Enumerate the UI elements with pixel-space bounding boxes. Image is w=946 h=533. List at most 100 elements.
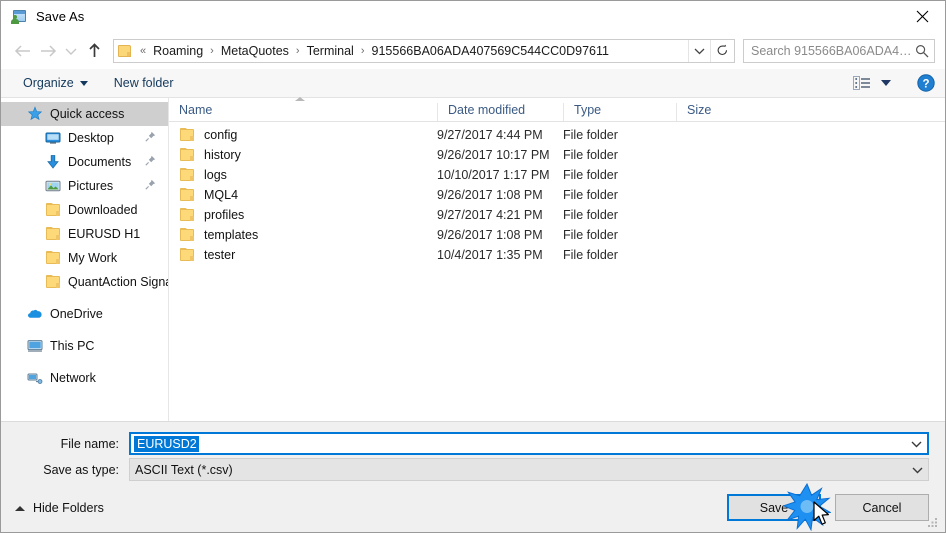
navigation-pane: Quick access Desktop Documents Pictures …	[1, 98, 169, 421]
save-as-app-icon	[11, 9, 27, 25]
table-row[interactable]: history 9/26/2017 10:17 PM File folder	[169, 145, 945, 165]
sidebar-item-documents[interactable]: Documents	[1, 150, 168, 174]
column-header-size[interactable]: Size	[676, 103, 758, 121]
sidebar-item-downloaded[interactable]: Downloaded	[1, 198, 168, 222]
forward-button[interactable]	[35, 38, 61, 64]
file-type: File folder	[563, 228, 618, 242]
search-box[interactable]: Search 915566BA06ADA40756...	[743, 38, 935, 63]
file-date: 9/27/2017 4:21 PM	[437, 208, 543, 222]
breadcrumb-overflow[interactable]: «	[137, 45, 149, 57]
folder-icon	[45, 250, 61, 266]
folder-icon	[179, 127, 195, 143]
sidebar-item-desktop[interactable]: Desktop	[1, 126, 168, 150]
address-dropdown-button[interactable]	[688, 39, 710, 62]
sidebar-item-this-pc[interactable]: This PC	[1, 334, 168, 358]
sidebar-item-pictures[interactable]: Pictures	[1, 174, 168, 198]
sidebar-item-label: EURUSD H1	[68, 227, 141, 241]
table-row[interactable]: templates 9/26/2017 1:08 PM File folder	[169, 225, 945, 245]
file-type: File folder	[563, 148, 618, 162]
sidebar-item-quantaction-signal[interactable]: QuantAction Signal	[1, 270, 168, 294]
new-folder-label: New folder	[113, 76, 174, 90]
chevron-down-icon	[79, 80, 88, 86]
file-date: 9/26/2017 10:17 PM	[437, 148, 550, 162]
file-date: 9/26/2017 1:08 PM	[437, 228, 543, 242]
close-button[interactable]	[899, 1, 945, 31]
table-row[interactable]: tester 10/4/2017 1:35 PM File folder	[169, 245, 945, 265]
dialog-body: Quick access Desktop Documents Pictures …	[1, 97, 945, 421]
arrow-up-icon	[88, 43, 100, 57]
hide-folders-button[interactable]: Hide Folders	[15, 501, 104, 515]
desktop-icon	[45, 130, 61, 146]
file-name-value: EURUSD2	[134, 435, 199, 452]
resize-grip-icon[interactable]	[926, 514, 940, 528]
column-header-date-modified[interactable]: Date modified	[437, 103, 563, 121]
file-name: history	[204, 148, 241, 162]
pin-icon[interactable]	[145, 179, 156, 193]
sidebar-item-my-work[interactable]: My Work	[1, 246, 168, 270]
organize-label: Organize	[23, 76, 74, 90]
file-type: File folder	[563, 188, 618, 202]
svg-text:?: ?	[922, 78, 929, 90]
table-row[interactable]: MQL4 9/26/2017 1:08 PM File folder	[169, 185, 945, 205]
list-view-icon[interactable]	[852, 75, 872, 91]
file-date: 10/10/2017 1:17 PM	[437, 168, 550, 182]
file-date: 9/26/2017 1:08 PM	[437, 188, 543, 202]
breadcrumb-item-metaquotes[interactable]: MetaQuotes	[217, 42, 293, 60]
search-input[interactable]: Search 915566BA06ADA40756...	[751, 44, 913, 58]
pictures-icon	[45, 178, 61, 194]
sidebar-item-eurusd-h1[interactable]: EURUSD H1	[1, 222, 168, 246]
breadcrumb-item-terminal[interactable]: Terminal	[303, 42, 358, 60]
up-button[interactable]	[81, 38, 107, 64]
table-row[interactable]: config 9/27/2017 4:44 PM File folder	[169, 125, 945, 145]
table-row[interactable]: profiles 9/27/2017 4:21 PM File folder	[169, 205, 945, 225]
column-header-name[interactable]: Name	[169, 97, 437, 121]
column-header-type[interactable]: Type	[563, 103, 676, 121]
chevron-down-icon	[694, 48, 705, 54]
sidebar-item-network[interactable]: Network	[1, 366, 168, 390]
file-name-input[interactable]: EURUSD2	[129, 432, 929, 455]
footer-buttons: Save Cancel	[727, 494, 929, 521]
documents-download-icon	[45, 154, 61, 170]
chevron-down-icon	[911, 441, 921, 447]
table-row[interactable]: logs 10/10/2017 1:17 PM File folder	[169, 165, 945, 185]
organize-button[interactable]: Organize	[17, 74, 94, 92]
file-name-row: File name: EURUSD2	[17, 432, 929, 455]
save-as-type-dropdown-button[interactable]	[906, 466, 928, 474]
recent-locations-button[interactable]	[61, 38, 81, 64]
star-icon	[27, 106, 43, 122]
file-name: logs	[204, 168, 227, 182]
file-name-dropdown-button[interactable]	[905, 440, 927, 448]
refresh-button[interactable]	[710, 39, 734, 62]
file-type: File folder	[563, 128, 618, 142]
chevron-down-icon	[65, 48, 77, 55]
save-as-type-select[interactable]: ASCII Text (*.csv)	[129, 458, 929, 481]
sidebar-item-onedrive[interactable]: OneDrive	[1, 302, 168, 326]
save-as-dialog: Save As « Roaming › MetaQuotes › Termina…	[0, 0, 946, 533]
folder-icon	[179, 227, 195, 243]
column-header-row: Name Date modified Type Size	[169, 97, 945, 122]
save-button[interactable]: Save	[727, 494, 821, 521]
breadcrumb-item-terminal-id[interactable]: 915566BA06ADA407569C544CC0D97611	[368, 42, 613, 60]
chevron-down-icon	[912, 467, 922, 473]
breadcrumb-separator: ›	[295, 44, 300, 57]
breadcrumb-item-roaming[interactable]: Roaming	[149, 42, 207, 60]
pin-icon[interactable]	[145, 131, 156, 145]
sidebar-item-quick-access[interactable]: Quick access	[1, 102, 168, 126]
file-name: templates	[204, 228, 259, 242]
column-header-label: Date modified	[448, 103, 526, 117]
folder-icon	[179, 187, 195, 203]
sidebar-separator	[1, 294, 168, 302]
sidebar-separator	[1, 358, 168, 366]
sidebar-item-label: My Work	[68, 251, 118, 265]
new-folder-button[interactable]: New folder	[108, 74, 180, 92]
back-button[interactable]	[9, 38, 35, 64]
help-icon[interactable]: ?	[917, 74, 935, 92]
file-list-pane: Name Date modified Type Size config 9/27…	[169, 97, 945, 421]
file-date: 9/27/2017 4:44 PM	[437, 128, 543, 142]
address-bar[interactable]: « Roaming › MetaQuotes › Terminal › 9155…	[113, 38, 735, 63]
sidebar-item-label: QuantAction Signal	[68, 275, 168, 289]
view-dropdown-button[interactable]	[881, 80, 891, 86]
cancel-button[interactable]: Cancel	[835, 494, 929, 521]
pin-icon[interactable]	[145, 155, 156, 169]
folder-icon	[118, 44, 134, 58]
